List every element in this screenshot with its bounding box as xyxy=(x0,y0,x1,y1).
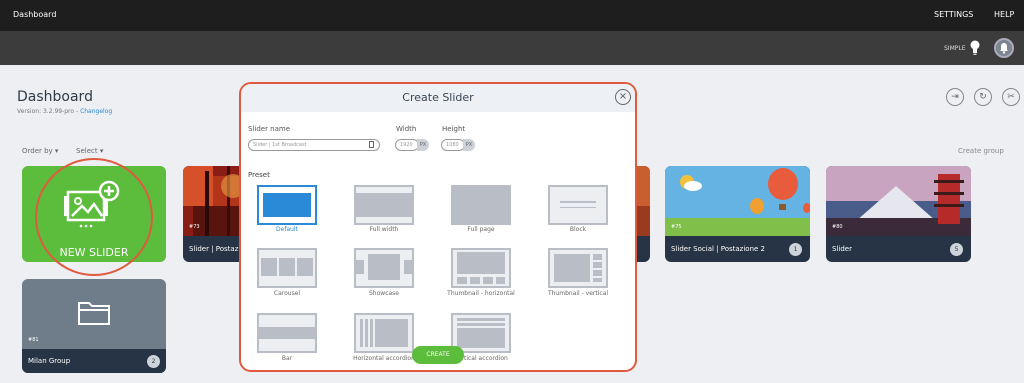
preset-thumbnail-vertical[interactable] xyxy=(548,248,608,288)
slider-thumbnail xyxy=(826,166,971,236)
create-slider-modal: Create Slider × Slider name Slider | 1st… xyxy=(239,82,637,372)
mode-label: SIMPLE xyxy=(944,45,966,52)
preset-thumbnail-vertical-label: Thumbnail - vertical xyxy=(547,290,609,297)
order-by-dropdown[interactable]: Order by ▾ xyxy=(22,147,58,155)
preset-full-width-label: Full width xyxy=(369,226,399,233)
preset-block-label: Block xyxy=(569,226,587,233)
preset-thumbnail-horizontal[interactable] xyxy=(451,248,511,288)
preset-full-page-label: Full page xyxy=(467,226,495,233)
preset-label: Preset xyxy=(248,171,270,179)
settings-link[interactable]: SETTINGS xyxy=(934,10,973,19)
bell-icon xyxy=(1000,43,1008,54)
notifications-avatar[interactable] xyxy=(994,38,1014,58)
width-input[interactable]: 1920 xyxy=(395,139,419,151)
group-tile[interactable]: #81 Milan Group 2 xyxy=(22,279,166,373)
height-value: 1080 xyxy=(446,142,459,148)
import-icon[interactable]: ⇥ xyxy=(946,88,964,106)
preset-full-page[interactable] xyxy=(451,185,511,225)
top-bar-title[interactable]: Dashboard xyxy=(13,10,56,19)
slider-count-badge: 5 xyxy=(950,243,963,256)
group-name: Milan Group xyxy=(28,357,71,365)
create-group-link[interactable]: Create group xyxy=(958,147,1004,155)
tools-icon[interactable]: ✂ xyxy=(1002,88,1020,106)
preset-thumbnail-horizontal-label: Thumbnail - horizontal xyxy=(447,290,515,297)
changelog-link[interactable]: Changelog xyxy=(80,108,112,115)
slider-name: Slider xyxy=(832,245,852,253)
secondary-bar: SIMPLE xyxy=(0,31,1024,65)
preset-bar[interactable] xyxy=(257,313,317,353)
highlight-circle xyxy=(35,158,153,276)
slider-name: Slider | Postazio xyxy=(189,245,245,253)
preset-bar-label: Bar xyxy=(281,355,293,362)
slider-name-input[interactable]: Slider | 1st Broadcast xyxy=(248,139,380,151)
width-label: Width xyxy=(396,125,417,133)
preset-showcase-label: Showcase xyxy=(369,290,399,297)
help-link[interactable]: HELP xyxy=(994,10,1014,19)
lightbulb-icon[interactable] xyxy=(970,40,980,56)
height-label: Height xyxy=(442,125,466,133)
version-text: Version: 3.2.99-pro - Changelog xyxy=(17,108,112,115)
folder-icon xyxy=(78,302,110,325)
group-footer: Milan Group 2 xyxy=(22,349,166,373)
modal-title: Create Slider xyxy=(402,91,474,104)
height-unit: PX xyxy=(463,139,475,151)
group-count-badge: 2 xyxy=(147,355,160,368)
slider-count-badge: 1 xyxy=(789,243,802,256)
version-label: Version: 3.2.99-pro - xyxy=(17,108,79,115)
refresh-icon[interactable]: ↻ xyxy=(974,88,992,106)
slider-name-label: Slider name xyxy=(248,125,291,133)
modal-header: Create Slider × xyxy=(241,84,635,112)
preset-full-width[interactable] xyxy=(354,185,414,225)
select-dropdown[interactable]: Select ▾ xyxy=(76,147,103,155)
preset-default[interactable] xyxy=(257,185,317,225)
group-id-badge: #81 xyxy=(28,337,39,343)
close-icon[interactable]: × xyxy=(615,89,631,105)
preset-showcase[interactable] xyxy=(354,248,414,288)
slider-thumbnail xyxy=(665,166,810,236)
preset-carousel-label: Carousel xyxy=(273,290,301,297)
slider-name: Slider Social | Postazione 2 xyxy=(671,245,766,253)
slider-name-value: Slider | 1st Broadcast xyxy=(253,142,307,148)
create-button[interactable]: CREATE xyxy=(412,346,464,364)
slider-card[interactable]: #80 Slider 5 xyxy=(826,166,971,262)
slider-id-badge: #73 xyxy=(189,224,200,230)
height-input[interactable]: 1080 xyxy=(441,139,465,151)
clipboard-icon[interactable] xyxy=(369,141,374,148)
slider-card[interactable]: #75 Slider Social | Postazione 2 1 xyxy=(665,166,810,262)
slider-id-badge: #75 xyxy=(671,224,682,230)
width-unit: PX xyxy=(417,139,429,151)
preset-carousel[interactable] xyxy=(257,248,317,288)
width-value: 1920 xyxy=(400,142,413,148)
preset-horizontal-accordion[interactable] xyxy=(354,313,414,353)
preset-default-label: Default xyxy=(276,226,298,233)
preset-block[interactable] xyxy=(548,185,608,225)
slider-id-badge: #80 xyxy=(832,224,843,230)
page-title: Dashboard xyxy=(17,89,93,105)
top-bar: Dashboard SETTINGS HELP xyxy=(0,0,1024,31)
